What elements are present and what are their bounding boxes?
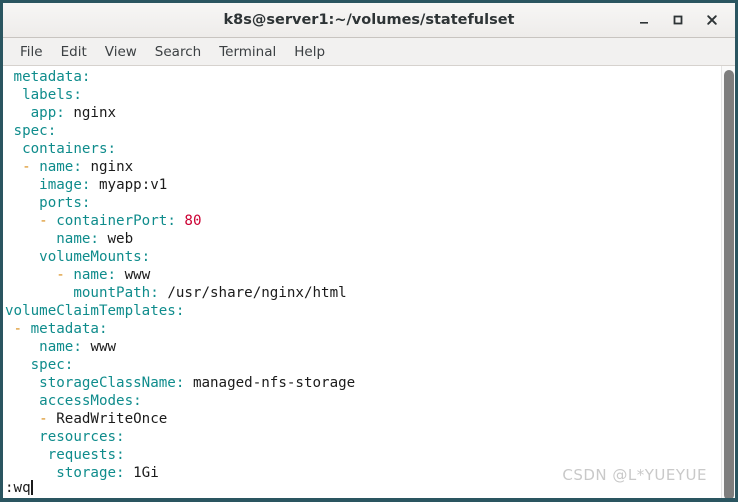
- code-line: volumeClaimTemplates:: [5, 303, 185, 319]
- text-cursor: [30, 480, 33, 495]
- code-line: containers:: [22, 141, 117, 157]
- window-controls: [629, 3, 727, 37]
- menu-item-search[interactable]: Search: [146, 41, 210, 63]
- code-line: - name: www: [56, 267, 151, 283]
- vim-command-text: :wq: [5, 480, 31, 496]
- terminal-screen[interactable]: metadata: labels: app: nginx spec: conta…: [3, 66, 735, 498]
- vim-buffer: metadata: labels: app: nginx spec: conta…: [5, 68, 735, 482]
- vim-command-line: :wq: [5, 479, 33, 497]
- menu-item-edit[interactable]: Edit: [52, 41, 96, 63]
- code-line: spec:: [13, 123, 57, 139]
- code-line: spec:: [30, 357, 74, 373]
- code-line: requests:: [47, 447, 125, 463]
- code-line: accessModes:: [39, 393, 142, 409]
- menu-item-view[interactable]: View: [96, 41, 146, 63]
- scrollbar[interactable]: [721, 66, 735, 498]
- menubar: File Edit View Search Terminal Help: [3, 38, 735, 66]
- code-line: - containerPort: 80: [39, 213, 202, 229]
- code-line: metadata:: [13, 69, 91, 85]
- menu-item-file[interactable]: File: [11, 41, 52, 63]
- minimize-icon[interactable]: [629, 6, 659, 34]
- code-line: labels:: [22, 87, 82, 103]
- code-line: - name: nginx: [22, 159, 134, 175]
- scrollbar-thumb[interactable]: [724, 70, 734, 498]
- code-line: name: web: [56, 231, 134, 247]
- close-icon[interactable]: [697, 6, 727, 34]
- code-line: ports:: [39, 195, 91, 211]
- code-line: image: myapp:v1: [39, 177, 168, 193]
- code-line: - metadata:: [13, 321, 108, 337]
- code-line: resources:: [39, 429, 125, 445]
- menu-item-terminal[interactable]: Terminal: [210, 41, 285, 63]
- code-line: volumeMounts:: [39, 249, 151, 265]
- window-title: k8s@server1:~/volumes/statefulset: [223, 12, 515, 28]
- code-line: mountPath: /usr/share/nginx/html: [73, 285, 347, 301]
- terminal-window: k8s@server1:~/volumes/statefulset File E…: [0, 0, 738, 502]
- code-line: app: nginx: [30, 105, 117, 121]
- code-line: storage: 1Gi: [56, 465, 159, 481]
- code-line: storageClassName: managed-nfs-storage: [39, 375, 356, 391]
- titlebar[interactable]: k8s@server1:~/volumes/statefulset: [3, 3, 735, 38]
- menu-item-help[interactable]: Help: [285, 41, 334, 63]
- code-line: name: www: [39, 339, 117, 355]
- code-line: - ReadWriteOnce: [39, 411, 168, 427]
- maximize-icon[interactable]: [663, 6, 693, 34]
